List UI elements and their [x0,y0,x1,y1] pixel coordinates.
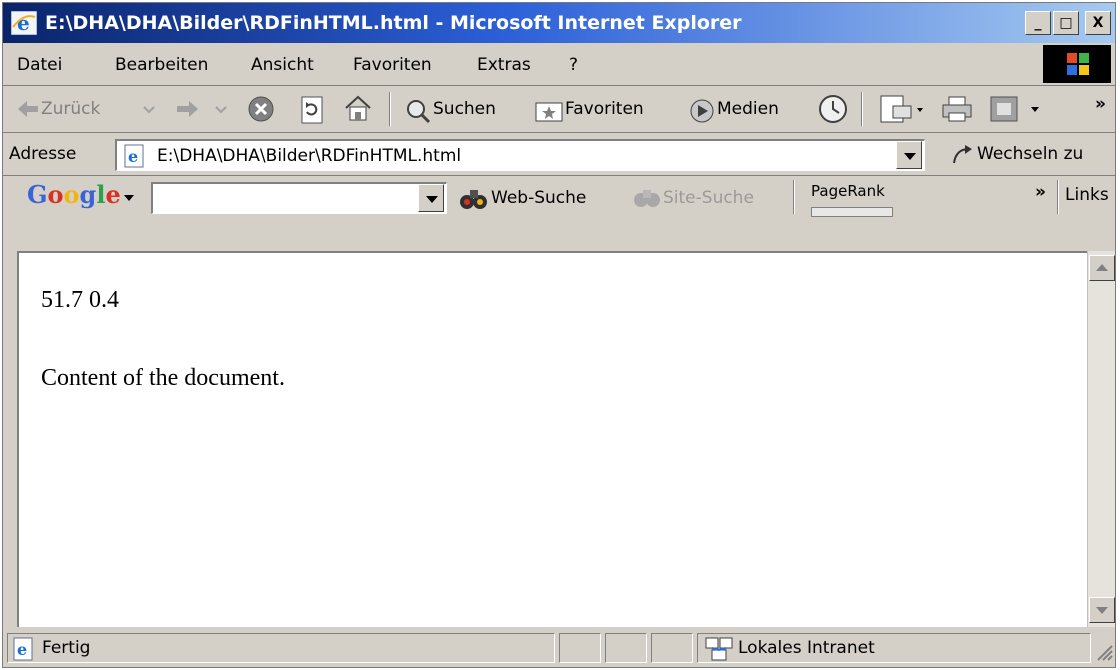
edit-icon[interactable] [989,95,1045,123]
google-logo-letter: o [63,180,80,209]
scroll-up-button[interactable] [1089,255,1115,281]
google-logo-letter: e [105,180,121,209]
menu-datei[interactable]: Datei [17,55,62,75]
web-search-button[interactable]: Web-Suche [459,180,607,216]
google-search-input[interactable] [151,182,447,214]
resize-grip-icon[interactable] [1093,641,1113,661]
address-dropdown-button[interactable] [896,141,922,169]
refresh-icon[interactable] [299,96,325,124]
google-toolbar: Google Web-Suche Site-Suche PageRank » L… [3,176,1115,248]
media-button[interactable]: Medien [689,90,801,128]
print-icon[interactable] [941,95,975,123]
menu-extras[interactable]: Extras [477,55,531,75]
windows-logo [1043,45,1111,83]
mail-icon[interactable] [879,94,927,124]
site-search-button[interactable]: Site-Suche [633,180,775,216]
windows-flag-icon [1067,53,1089,75]
minimize-button[interactable]: _ [1025,11,1051,35]
svg-text:e: e [17,640,27,659]
google-toolbar-overflow-chevron[interactable]: » [1035,182,1046,202]
menu-bar: Datei Bearbeiten Ansicht Favoriten Extra… [3,43,1115,86]
menu-favoriten[interactable]: Favoriten [353,55,432,75]
address-value: E:\DHA\DHA\Bilder\RDFinHTML.html [157,146,462,166]
stop-icon[interactable] [247,95,275,123]
media-label: Medien [717,99,779,119]
status-bar: e Fertig Lokales Intranet [3,631,1115,667]
security-zone-label: Lokales Intranet [738,638,875,658]
ie-logo-icon: e [11,11,37,35]
address-label: Adresse [9,144,77,164]
binoculars-icon [460,190,487,209]
back-label: Zurück [41,99,101,119]
forward-arrow-icon [177,101,198,117]
chevron-down-icon [143,106,155,114]
toolbar-separator [1057,180,1059,214]
go-label: Wechseln zu [977,144,1084,164]
status-text-panel: e Fertig [7,633,555,663]
links-label[interactable]: Links [1065,185,1109,205]
favorites-label: Favoriten [565,99,644,119]
media-icon [690,99,714,123]
menu-ansicht[interactable]: Ansicht [251,55,314,75]
home-icon[interactable] [343,94,373,122]
google-logo-letter: G [27,180,48,209]
back-arrow-icon [18,101,38,117]
security-zone-panel[interactable]: Lokales Intranet [697,633,1091,663]
site-search-icon [634,190,660,207]
google-search-dropdown-button[interactable] [418,184,444,212]
toolbar-separator [389,92,391,126]
pagerank-meter [811,207,893,217]
google-logo-letter: o [47,180,64,209]
status-text: Fertig [42,638,91,658]
menu-help[interactable]: ? [569,55,578,75]
go-arrow-icon [953,145,972,164]
forward-button[interactable] [171,90,233,128]
document-viewport: 51.7 0.4 Content of the document. [17,251,1087,627]
search-label: Suchen [433,99,496,119]
favorites-button[interactable]: Favoriten [535,90,669,128]
title-bar: e E:\DHA\DHA\Bilder\RDFinHTML.html - Mic… [3,3,1115,43]
status-panel [605,633,647,663]
pagerank-label: PageRank [811,182,885,200]
search-button[interactable]: Suchen [405,90,519,128]
document-line-2: Content of the document. [41,365,285,391]
toolbar-separator [793,180,795,214]
page-icon: e [13,637,33,661]
address-input[interactable]: e E:\DHA\DHA\Bilder\RDFinHTML.html [115,139,925,171]
favorites-icon [535,102,563,122]
back-button[interactable]: Zurück [15,90,161,128]
search-icon [407,100,431,124]
standard-toolbar: Zurück Suchen Favoriten Medien » [3,86,1115,133]
google-logo[interactable]: Google [27,180,134,209]
status-panel [559,633,601,663]
svg-text:e: e [128,147,138,166]
vertical-scrollbar[interactable] [1087,251,1115,627]
window-title: E:\DHA\DHA\Bilder\RDFinHTML.html - Micro… [45,12,742,34]
maximize-button[interactable]: □ [1053,11,1079,35]
menu-bearbeiten[interactable]: Bearbeiten [115,55,208,75]
status-panel [651,633,693,663]
toolbar-separator [861,92,863,126]
address-bar: Adresse e E:\DHA\DHA\Bilder\RDFinHTML.ht… [3,133,1115,176]
page-icon: e [124,144,144,168]
web-search-label: Web-Suche [491,188,587,208]
google-logo-letter: g [79,180,97,209]
intranet-icon [705,637,733,661]
close-button[interactable]: X [1085,11,1111,35]
svg-text:e: e [17,11,30,35]
browser-window: e E:\DHA\DHA\Bilder\RDFinHTML.html - Mic… [2,2,1116,668]
toolbar-overflow-chevron[interactable]: » [1095,94,1106,114]
go-button[interactable]: Wechseln zu [951,139,1107,171]
scroll-down-button[interactable] [1089,597,1115,623]
site-search-label: Site-Suche [663,188,754,208]
document-line-1: 51.7 0.4 [41,287,119,313]
history-icon[interactable] [817,94,849,124]
chevron-down-icon [215,106,227,114]
chevron-down-icon [124,195,134,201]
